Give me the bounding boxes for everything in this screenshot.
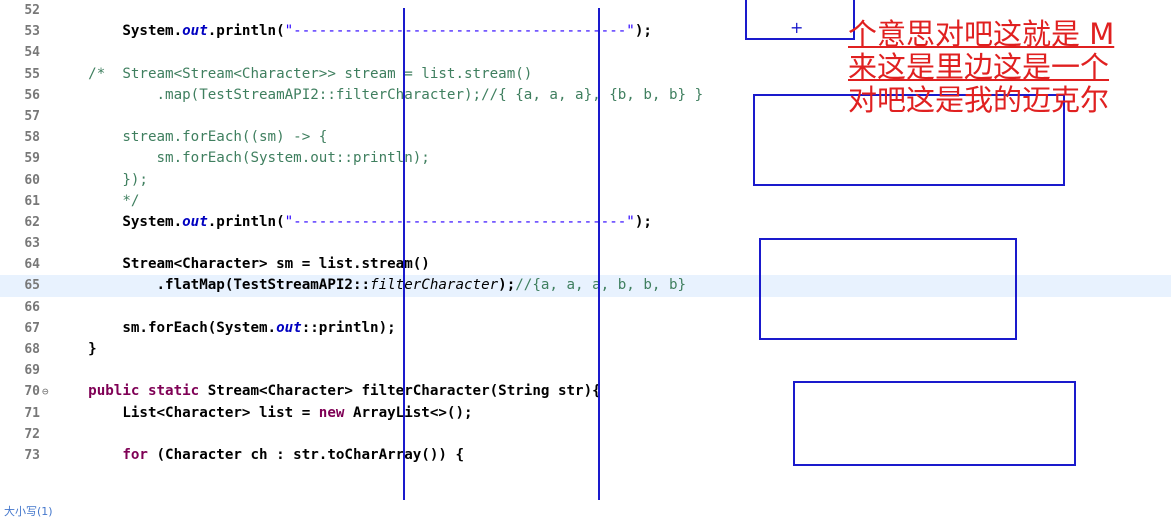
line-number: 55 [24, 66, 40, 82]
annotation-line: 个意思对吧这就是 M [848, 18, 1115, 51]
code-token: out [182, 213, 208, 230]
code-text: sm.forEach(System.out::println); [54, 148, 430, 169]
code-token: .map(TestStreamAPI2::filterCharacter);//… [54, 86, 704, 103]
plus-mark: + [790, 18, 804, 37]
line-number: 60 [24, 172, 40, 188]
code-token: ArrayList<>(); [344, 404, 473, 421]
line-number: 56 [24, 87, 40, 103]
code-token: .flatMap(TestStreamAPI2:: [54, 277, 371, 294]
line-number: 73 [24, 447, 40, 463]
line-number: 64 [24, 257, 40, 273]
line-number: 63 [24, 236, 40, 252]
code-token: "---------------------------------------… [284, 23, 635, 40]
annotation-line: 来这是里边这是一个 [848, 50, 1110, 84]
fold-toggle-icon[interactable]: ⊖ [42, 381, 49, 402]
code-line[interactable]: 61 */ [0, 191, 1171, 212]
line-number: 54 [24, 45, 40, 61]
code-token: List<Character> list = [54, 404, 319, 421]
line-number: 52 [24, 3, 40, 18]
code-token: Stream<Character> filterCharacter(String… [199, 383, 601, 400]
line-number: 71 [24, 405, 40, 421]
code-token: //{a, a, a, b, b, b} [515, 277, 687, 294]
annotation-box [793, 381, 1076, 466]
code-token: (Character ch : str.toCharArray()) { [147, 446, 465, 463]
code-token: sm.forEach(System.out::println); [54, 150, 430, 167]
code-token: ); [498, 277, 516, 294]
line-number: 62 [24, 214, 40, 230]
code-token: public static [88, 383, 200, 400]
code-line[interactable]: 69 [0, 360, 1171, 381]
code-text: public static Stream<Character> filterCh… [54, 381, 601, 402]
code-text: sm.forEach(System.out::println); [54, 318, 396, 339]
code-text: .map(TestStreamAPI2::filterCharacter);//… [54, 85, 703, 106]
line-number: 69 [24, 363, 40, 379]
code-token: stream.forEach((sm) -> { [54, 129, 328, 146]
code-token: ); [634, 23, 652, 40]
code-token: sm.forEach(System. [54, 319, 277, 336]
handwritten-annotation: 个意思对吧这就是 M 来这是里边这是一个 对吧这是我的迈克尔 [848, 18, 1171, 117]
code-text: /* Stream<Stream<Character>> stream = li… [54, 64, 532, 85]
code-text: System.out.println("--------------------… [54, 212, 652, 233]
code-token: .println( [207, 23, 285, 40]
code-text: Stream<Character> sm = list.stream() [54, 254, 430, 275]
code-token: filterCharacter [370, 277, 499, 294]
code-token: System. [54, 213, 183, 230]
code-token: for [122, 446, 148, 463]
code-token: */ [54, 192, 140, 209]
code-text: .flatMap(TestStreamAPI2::filterCharacter… [54, 275, 686, 296]
code-token: out [276, 319, 302, 336]
code-token: Stream<Character> sm = list.stream() [54, 256, 430, 273]
code-token: } [54, 341, 97, 357]
code-text: System.out.println("--------------------… [54, 21, 652, 42]
line-number: 68 [24, 342, 40, 357]
code-token: new [318, 404, 345, 421]
line-number: 53 [24, 24, 40, 40]
code-text: stream.forEach((sm) -> { [54, 127, 327, 148]
code-text: */ [54, 191, 139, 212]
code-text: } [54, 339, 97, 360]
code-token: out [182, 23, 208, 40]
status-bar: 大小写(1) [0, 500, 1171, 518]
line-number: 61 [24, 193, 40, 209]
annotation-vertical-line [598, 8, 600, 500]
line-number: 72 [24, 426, 40, 442]
line-number: 67 [24, 320, 40, 336]
code-text: List<Character> list = new ArrayList<>()… [54, 403, 473, 424]
code-token: }); [54, 171, 148, 188]
code-line[interactable]: 62 System.out.println("-----------------… [0, 212, 1171, 233]
status-text: 大小写(1) [4, 505, 53, 518]
line-number: 70 [24, 384, 40, 400]
code-token: System. [54, 23, 183, 40]
code-token: .println( [207, 213, 285, 230]
code-line[interactable]: 68 } [0, 339, 1171, 360]
code-token: ); [634, 213, 652, 230]
line-number: 65 [24, 278, 40, 294]
annotation-box [759, 238, 1017, 340]
annotation-vertical-line [403, 8, 405, 500]
line-number: 66 [24, 299, 40, 315]
annotation-line: 对吧这是我的迈克尔 [848, 83, 1110, 117]
line-number: 59 [24, 151, 40, 167]
code-token: /* Stream<Stream<Character>> stream = li… [54, 65, 533, 82]
code-editor[interactable]: 52 53 System.out.println("---------------… [0, 0, 1171, 500]
code-text: }); [54, 170, 148, 191]
code-token: ::println); [301, 319, 396, 336]
code-token: "---------------------------------------… [284, 213, 635, 230]
line-number: 58 [24, 130, 40, 146]
line-number: 57 [24, 108, 40, 124]
